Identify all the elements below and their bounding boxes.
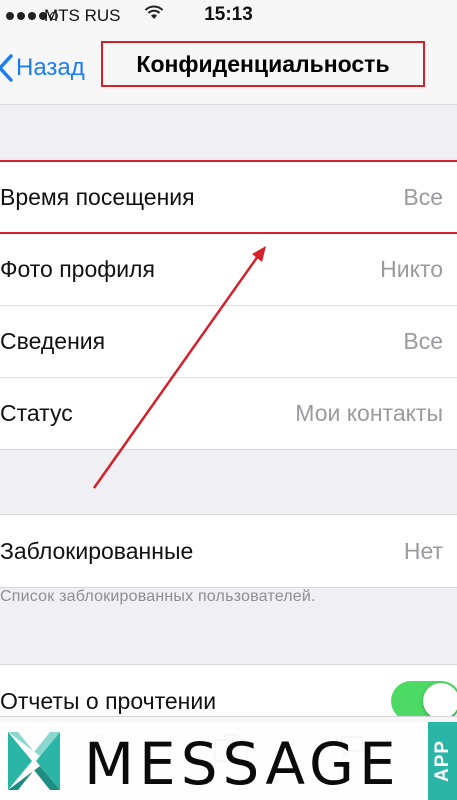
row-blocked[interactable]: Заблокированные Нет [0, 515, 457, 587]
row-label: Время посещения [0, 183, 195, 210]
blocked-group: Заблокированные Нет [0, 514, 457, 588]
status-bar: MTS RUS 15:13 [0, 0, 457, 32]
row-status[interactable]: Статус Мои контакты [0, 377, 457, 449]
back-button-label: Назад [16, 54, 85, 81]
chevron-left-icon [0, 54, 13, 82]
row-value: Нет [403, 537, 443, 564]
toggle-knob [423, 683, 457, 719]
status-time: 15:13 [204, 4, 253, 25]
row-label: Сведения [0, 327, 106, 354]
row-label: Статус [0, 399, 73, 426]
row-value: Все [403, 183, 443, 210]
message-app-logo-icon [8, 732, 60, 790]
watermark-text: MESSAGE [84, 730, 401, 798]
privacy-settings-group: Время посещения Все Фото профиля Никто С… [0, 160, 457, 450]
watermark-banner: MESSAGE APP [0, 722, 457, 800]
watermark-badge: APP [428, 722, 457, 800]
row-value: Никто [380, 255, 443, 282]
back-button[interactable]: Назад [0, 48, 85, 88]
row-label: Фото профиля [0, 255, 155, 282]
navigation-bar: Назад Конфиденциальность [0, 32, 457, 105]
row-about[interactable]: Сведения Все [0, 305, 457, 377]
row-value: Мои контакты [295, 399, 443, 426]
privacy-settings-screen: MTS RUS 15:13 Назад Конфиденциальность В… [0, 0, 457, 800]
row-profile-photo[interactable]: Фото профиля Никто [0, 233, 457, 305]
page-title: Конфиденциальность [136, 50, 390, 77]
read-receipts-toggle[interactable] [391, 681, 457, 721]
title-annotation-box: Конфиденциальность [101, 41, 425, 87]
row-label: Отчеты о прочтении [0, 687, 217, 714]
row-last-seen[interactable]: Время посещения Все [0, 161, 457, 233]
row-label: Заблокированные [0, 537, 194, 564]
blocked-footnote: Список заблокированных пользователей. [0, 588, 316, 605]
row-value: Все [403, 327, 443, 354]
